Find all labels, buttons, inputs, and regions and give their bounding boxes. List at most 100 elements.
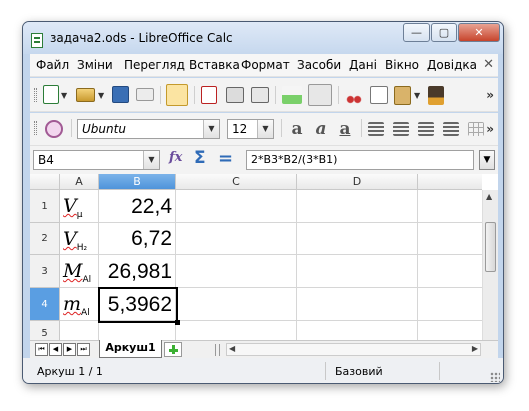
formula-input[interactable]: 2*B3*B2/(3*B1) bbox=[246, 150, 474, 170]
merge-cells-icon[interactable] bbox=[468, 122, 484, 136]
toolbar-grip[interactable] bbox=[34, 88, 37, 102]
first-sheet-button[interactable]: ⏮ bbox=[35, 343, 48, 356]
scroll-left-icon[interactable]: ◀ bbox=[229, 344, 235, 353]
justify-icon[interactable] bbox=[443, 122, 459, 136]
styles-icon[interactable] bbox=[45, 120, 63, 138]
underline-icon[interactable]: a bbox=[335, 118, 355, 140]
save-icon[interactable] bbox=[112, 86, 129, 103]
vertical-scrollbar[interactable]: ▲ bbox=[482, 190, 498, 340]
align-left-icon[interactable] bbox=[368, 122, 384, 136]
open-icon[interactable] bbox=[76, 88, 95, 102]
maximize-button[interactable]: ▢ bbox=[431, 23, 457, 42]
pdf-export-icon[interactable] bbox=[201, 86, 217, 104]
row-header-3[interactable]: 3 bbox=[30, 255, 60, 288]
previous-sheet-button[interactable]: ◀ bbox=[49, 343, 62, 356]
edit-mode-icon[interactable] bbox=[166, 84, 188, 106]
menu-view[interactable]: Перегляд bbox=[124, 58, 185, 72]
toolbar-more-icon[interactable]: » bbox=[486, 88, 494, 102]
cell-b5[interactable] bbox=[99, 321, 176, 340]
font-name-dropdown-icon[interactable]: ▼ bbox=[203, 120, 219, 138]
cell-d4[interactable] bbox=[297, 288, 418, 321]
sum-icon[interactable]: Σ bbox=[194, 148, 206, 168]
cell-b2[interactable]: 6,72 bbox=[99, 223, 176, 255]
cell-b3[interactable]: 26,981 bbox=[99, 255, 176, 288]
tab-splitter-handle[interactable] bbox=[215, 344, 220, 356]
menu-tools[interactable]: Засоби bbox=[297, 58, 341, 72]
row-header-2[interactable]: 2 bbox=[30, 223, 60, 255]
menu-file[interactable]: Файл bbox=[36, 58, 69, 72]
spreadsheet-grid[interactable]: A B C D 1 2 3 4 5 Vμ 22,4 VH₂ 6,72 MAl 2… bbox=[30, 174, 498, 340]
font-size-dropdown-icon[interactable]: ▼ bbox=[257, 120, 273, 138]
row-header-4[interactable]: 4 bbox=[30, 288, 60, 321]
cell-a4[interactable]: mAl bbox=[60, 288, 99, 321]
row-header-5[interactable]: 5 bbox=[30, 321, 60, 340]
cell-d5[interactable] bbox=[297, 321, 418, 340]
new-dropdown-icon[interactable]: ▼ bbox=[61, 91, 67, 100]
name-box[interactable]: B4 ▼ bbox=[33, 150, 160, 170]
last-sheet-button[interactable]: ⏭ bbox=[77, 343, 90, 356]
italic-icon[interactable]: a bbox=[311, 118, 331, 140]
cell-a3[interactable]: MAl bbox=[60, 255, 99, 288]
menu-window[interactable]: Вікно bbox=[385, 58, 419, 72]
cell-a1[interactable]: Vμ bbox=[60, 190, 99, 223]
cell-c5[interactable] bbox=[176, 321, 297, 340]
column-header-c[interactable]: C bbox=[176, 174, 297, 190]
paste-dropdown-icon[interactable]: ▼ bbox=[414, 91, 420, 100]
scroll-up-icon[interactable]: ▲ bbox=[486, 192, 492, 201]
font-name-combo[interactable]: Ubuntu ▼ bbox=[77, 119, 220, 139]
print-preview-icon[interactable] bbox=[251, 87, 269, 103]
open-dropdown-icon[interactable]: ▼ bbox=[98, 91, 104, 100]
font-size-combo[interactable]: 12 ▼ bbox=[227, 119, 274, 139]
email-icon[interactable] bbox=[136, 88, 154, 101]
print-icon[interactable] bbox=[226, 87, 244, 103]
clone-format-icon[interactable] bbox=[428, 86, 444, 105]
add-sheet-icon[interactable] bbox=[164, 342, 182, 357]
new-icon[interactable] bbox=[43, 85, 59, 104]
paste-icon[interactable] bbox=[394, 86, 411, 105]
cell-c2[interactable] bbox=[176, 223, 297, 255]
resize-grip-icon[interactable] bbox=[490, 372, 500, 382]
cell-c1[interactable] bbox=[176, 190, 297, 223]
next-sheet-button[interactable]: ▶ bbox=[63, 343, 76, 356]
column-header-b[interactable]: B bbox=[99, 174, 176, 190]
bold-icon[interactable]: a bbox=[287, 118, 307, 140]
spellcheck-icon[interactable] bbox=[282, 86, 302, 104]
cell-e4[interactable] bbox=[418, 288, 482, 321]
toolbar-grip[interactable] bbox=[34, 121, 37, 135]
close-document-icon[interactable]: ✕ bbox=[483, 57, 494, 72]
autospellcheck-icon[interactable] bbox=[308, 84, 332, 106]
horizontal-scrollbar[interactable]: ◀ ▶ bbox=[226, 343, 481, 356]
cell-d1[interactable] bbox=[297, 190, 418, 223]
copy-icon[interactable] bbox=[370, 86, 388, 104]
function-wizard-icon[interactable]: fx bbox=[169, 150, 182, 165]
cell-b1[interactable]: 22,4 bbox=[99, 190, 176, 223]
cell-c3[interactable] bbox=[176, 255, 297, 288]
menu-insert[interactable]: Вставка bbox=[189, 58, 240, 72]
align-right-icon[interactable] bbox=[418, 122, 434, 136]
close-button[interactable]: ✕ bbox=[458, 23, 500, 42]
menu-data[interactable]: Дані bbox=[349, 58, 377, 72]
menu-format[interactable]: Формат bbox=[241, 58, 290, 72]
menu-help[interactable]: Довідка bbox=[427, 58, 477, 72]
cut-icon[interactable] bbox=[345, 86, 363, 104]
vertical-scroll-thumb[interactable] bbox=[485, 222, 496, 272]
sheet-tab-1[interactable]: Аркуш1 bbox=[99, 340, 162, 358]
cell-c4[interactable] bbox=[176, 288, 297, 321]
select-all-corner[interactable] bbox=[30, 174, 60, 190]
cell-d3[interactable] bbox=[297, 255, 418, 288]
row-header-1[interactable]: 1 bbox=[30, 190, 60, 223]
cell-e3[interactable] bbox=[418, 255, 482, 288]
cell-d2[interactable] bbox=[297, 223, 418, 255]
cell-e2[interactable] bbox=[418, 223, 482, 255]
menu-edit[interactable]: Зміни bbox=[77, 58, 113, 72]
align-center-icon[interactable] bbox=[393, 122, 409, 136]
title-bar[interactable]: задача2.ods - LibreOffice Calc — ▢ ✕ bbox=[23, 22, 503, 54]
expand-formula-bar-icon[interactable]: ▼ bbox=[479, 150, 495, 170]
cell-a2[interactable]: VH₂ bbox=[60, 223, 99, 255]
formula-equals-icon[interactable]: = bbox=[218, 148, 233, 169]
format-toolbar-more-icon[interactable]: » bbox=[486, 122, 494, 136]
minimize-button[interactable]: — bbox=[403, 23, 430, 42]
scroll-right-icon[interactable]: ▶ bbox=[472, 344, 478, 353]
column-header-d[interactable]: D bbox=[297, 174, 418, 190]
name-box-dropdown-icon[interactable]: ▼ bbox=[143, 151, 159, 169]
